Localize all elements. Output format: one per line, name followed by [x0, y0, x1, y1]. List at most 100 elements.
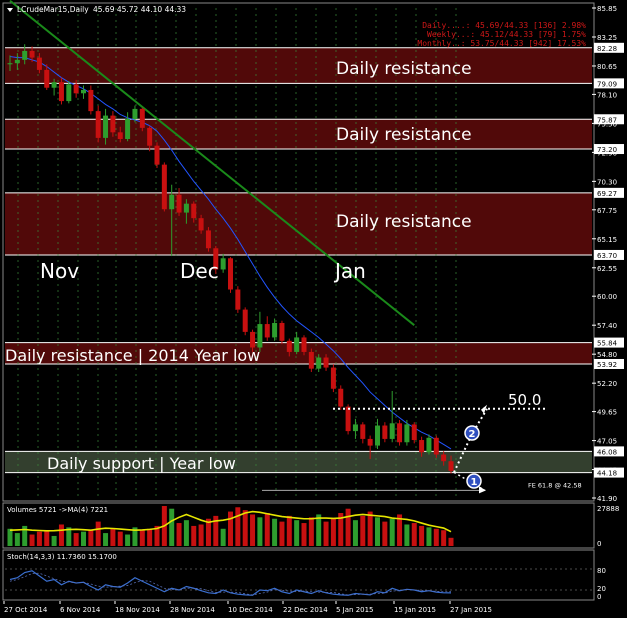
price-level-label: 55.84	[597, 340, 618, 348]
price-level-label: 82.28	[597, 45, 617, 53]
bull-candle	[426, 437, 432, 453]
bear-candle	[44, 69, 50, 88]
bear-candle	[198, 218, 204, 231]
bear-candle	[176, 194, 182, 213]
bull-candle	[375, 425, 380, 446]
volume-bar	[176, 523, 182, 546]
volume-bar	[286, 515, 292, 546]
volume-bar	[117, 531, 123, 546]
chart-canvas[interactable]: 50.0 FE 61.8 @ 42.58 1 2 Daily resistance Da…	[0, 0, 627, 618]
bear-candle	[367, 438, 373, 446]
volume-bar	[14, 533, 20, 546]
price-tick-label: 78.10	[597, 91, 617, 99]
bear-candle	[397, 423, 403, 443]
bear-candle	[308, 351, 314, 369]
bear-candle	[29, 50, 35, 58]
volume-bar	[294, 520, 300, 546]
stats-daily: Daily....: 45.69/44.33 [136] 2.98%	[422, 21, 586, 30]
volume-bar	[367, 511, 373, 546]
volume-bar	[88, 530, 94, 546]
bear-candle	[411, 424, 417, 441]
volume-bar	[44, 530, 50, 546]
volume-bar	[404, 524, 410, 546]
bear-candle	[242, 309, 248, 332]
volume-bar	[419, 525, 425, 546]
price-tick-label: 54.80	[597, 351, 617, 359]
bear-candle	[110, 115, 116, 133]
price-tick-label: 41.90	[597, 495, 617, 503]
bull-candle	[272, 322, 278, 338]
date-tick-label: 27 Jan 2015	[450, 606, 492, 614]
volume-bar	[183, 520, 189, 546]
month-label-nov: Nov	[40, 259, 79, 283]
bear-candle	[323, 357, 329, 368]
bear-candle	[205, 230, 211, 249]
price-level-label: 69.27	[597, 190, 617, 198]
volume-bar	[316, 514, 322, 546]
wave-marker-label: 2	[469, 429, 476, 440]
bear-candle	[264, 324, 270, 338]
bear-candle	[433, 437, 439, 455]
volume-tick-zero: 0	[597, 540, 601, 548]
volume-bar	[323, 521, 329, 546]
volume-bar	[345, 508, 351, 546]
price-level-label: 73.20	[597, 146, 617, 154]
bear-candle	[448, 461, 454, 471]
price-tick-label: 65.15	[597, 236, 617, 244]
volume-bar	[257, 517, 263, 546]
bear-candle	[419, 440, 425, 453]
price-level-label: 44.18	[597, 470, 617, 478]
volume-bar	[198, 524, 204, 546]
bear-candle	[58, 82, 64, 102]
volume-bar	[382, 521, 388, 546]
volume-bar	[7, 528, 13, 546]
volume-bar	[139, 530, 145, 546]
bear-candle	[360, 424, 366, 439]
volume-tick-max: 27888	[597, 505, 619, 513]
volume-bar	[29, 534, 35, 546]
volume-bar	[81, 531, 86, 546]
volume-bar	[375, 517, 380, 546]
price-level-label: 46.08	[597, 448, 617, 456]
volume-bar	[389, 518, 395, 546]
volume-bar	[308, 517, 314, 546]
bear-candle	[301, 337, 307, 352]
target-level-label: 50.0	[508, 391, 541, 409]
date-tick-label: 10 Dec 2014	[228, 606, 273, 614]
zone-band	[5, 47, 592, 84]
bear-candle	[139, 108, 145, 128]
date-tick-label: 6 Nov 2014	[60, 606, 101, 614]
price-tick-label: 49.65	[597, 409, 617, 417]
date-tick-label: 27 Oct 2014	[4, 606, 48, 614]
volume-bar	[441, 530, 447, 546]
stoch-tick-20: 20	[597, 585, 606, 593]
bear-candle	[36, 57, 42, 70]
volume-bar	[426, 527, 432, 546]
bear-candle	[235, 289, 241, 310]
bull-candle	[183, 203, 189, 213]
volume-bar	[220, 528, 226, 546]
bear-candle	[330, 367, 336, 389]
price-tick-label: 85.85	[597, 5, 617, 13]
volume-bar	[95, 521, 101, 546]
bear-candle	[228, 258, 233, 290]
bull-candle	[169, 194, 175, 210]
bull-candle	[389, 423, 395, 439]
bear-candle	[345, 406, 351, 432]
volume-bar	[36, 531, 42, 546]
volume-bar	[272, 518, 278, 546]
ohlc-values: 45.69 45.72 44.10 44.33	[93, 5, 186, 14]
bull-candle	[220, 258, 226, 270]
bull-candle	[132, 108, 138, 119]
bear-candle	[154, 145, 160, 165]
bear-candle	[73, 84, 79, 94]
price-tick-label: 67.75	[597, 207, 617, 215]
volume-bar	[330, 518, 336, 546]
bull-candle	[51, 82, 57, 88]
volume-bar	[301, 523, 307, 546]
bear-candle	[147, 127, 153, 146]
volume-bar	[250, 514, 256, 546]
bear-candle	[279, 322, 285, 341]
bear-candle	[95, 111, 101, 138]
volume-bar	[352, 520, 358, 546]
